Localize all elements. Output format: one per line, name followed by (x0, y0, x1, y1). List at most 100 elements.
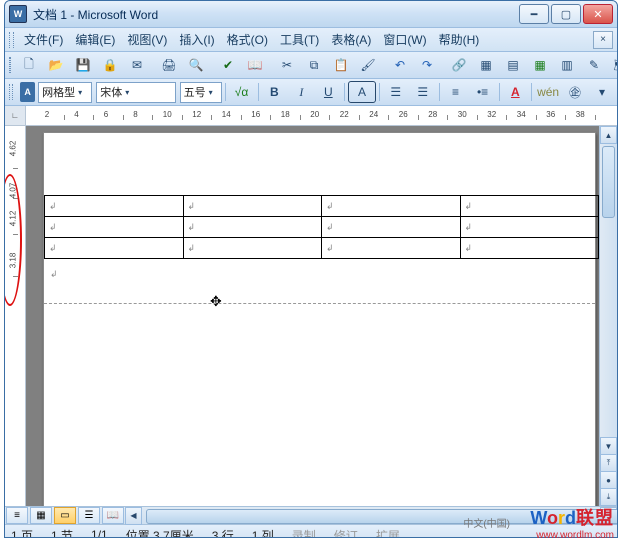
underline-button[interactable]: U (315, 81, 341, 103)
table-cell[interactable]: ↲ (460, 238, 599, 259)
toolbar-grip[interactable] (9, 84, 13, 100)
bold-button[interactable]: B (261, 81, 287, 103)
research-icon[interactable]: 📖 (242, 54, 268, 76)
table-cell[interactable]: ↲ (45, 196, 184, 217)
format-painter-icon[interactable]: 🖌 (355, 54, 381, 76)
horizontal-ruler[interactable]: ∟ (5, 106, 617, 126)
char-border-button[interactable]: A (348, 81, 376, 103)
styles-pane-icon[interactable]: A (20, 82, 35, 102)
menu-bar: 文件(F) 编辑(E) 视图(V) 插入(I) 格式(O) 工具(T) 表格(A… (5, 28, 617, 52)
vertical-scrollbar[interactable]: ▲ ▼ ⤒ ● ⤓ (599, 126, 617, 506)
open-icon[interactable]: 📂 (43, 54, 69, 76)
scroll-thumb[interactable] (602, 146, 615, 218)
align-distribute-button[interactable]: ☰ (383, 81, 409, 103)
tables-borders-icon[interactable]: ▦ (473, 54, 499, 76)
save-icon[interactable]: 💾 (70, 54, 96, 76)
web-view-button[interactable]: ▦ (30, 507, 52, 524)
vertical-ruler[interactable]: 4.62 4.07 4.12 3.18 (5, 126, 26, 506)
menu-edit[interactable]: 编辑(E) (69, 29, 121, 50)
drawing-icon[interactable]: ✎ (581, 54, 607, 76)
cut-icon[interactable]: ✂ (274, 54, 300, 76)
document-table[interactable]: ↲ ↲ ↲ ↲ ↲ ↲ ↲ ↲ ↲ ↲ ↲ ↲ (44, 195, 599, 259)
status-row[interactable]: 3 行 (212, 527, 234, 539)
hyperlink-icon[interactable]: 🔗 (446, 54, 472, 76)
maximize-button[interactable]: ▢ (551, 4, 581, 24)
menu-file[interactable]: 文件(F) (18, 29, 69, 50)
minimize-button[interactable]: ━ (519, 4, 549, 24)
status-col[interactable]: 1 列 (252, 527, 274, 539)
font-color-button[interactable]: A (502, 81, 528, 103)
menu-table[interactable]: 表格(A) (325, 29, 377, 50)
columns-icon[interactable]: ▥ (554, 54, 580, 76)
status-page-of[interactable]: 1/1 (91, 528, 108, 538)
menu-insert[interactable]: 插入(I) (173, 29, 220, 50)
bullets-button[interactable]: •≡ (470, 81, 496, 103)
table-cell[interactable]: ↲ (183, 217, 322, 238)
doc-map-icon[interactable]: 🗺 (608, 54, 618, 76)
page-area[interactable]: ↲ ↲ ↲ ↲ ↲ ↲ ↲ ↲ ↲ ↲ ↲ ↲ (26, 126, 599, 506)
menu-tools[interactable]: 工具(T) (274, 29, 325, 50)
outline-view-button[interactable]: ☰ (78, 507, 100, 524)
enclose-char-icon[interactable]: ㊭ (562, 81, 588, 103)
status-section[interactable]: 1 节 (51, 527, 73, 539)
normal-view-button[interactable]: ≡ (6, 507, 28, 524)
next-page-button[interactable]: ⤓ (600, 489, 617, 506)
select-browse-object-button[interactable]: ● (600, 472, 617, 489)
table-cell[interactable]: ↲ (183, 196, 322, 217)
prev-page-button[interactable]: ⤒ (600, 455, 617, 472)
chevron-down-icon: ▾ (78, 88, 82, 97)
table-cell[interactable]: ↲ (322, 196, 461, 217)
table-cell[interactable]: ↲ (183, 238, 322, 259)
table-cell[interactable]: ↲ (460, 217, 599, 238)
phonetic-guide-icon[interactable]: wén (535, 81, 561, 103)
equation-icon[interactable]: √α (229, 81, 255, 103)
status-ext[interactable]: 扩展 (376, 527, 400, 539)
document-page[interactable]: ↲ ↲ ↲ ↲ ↲ ↲ ↲ ↲ ↲ ↲ ↲ ↲ (43, 132, 596, 506)
paste-icon[interactable]: 📋 (328, 54, 354, 76)
h-scroll-thumb[interactable] (146, 509, 618, 524)
font-combo[interactable]: 宋体 ▾ (96, 82, 175, 103)
ruler-corner[interactable]: ∟ (5, 106, 26, 125)
permission-icon[interactable]: 🔒 (97, 54, 123, 76)
mail-icon[interactable]: ✉ (124, 54, 150, 76)
menu-view[interactable]: 视图(V) (121, 29, 173, 50)
doc-close-button[interactable]: × (593, 31, 613, 49)
table-cell[interactable]: ↲ (460, 196, 599, 217)
insert-table-icon[interactable]: ▤ (500, 54, 526, 76)
undo-icon[interactable]: ↶ (387, 54, 413, 76)
spellcheck-icon[interactable]: ✔ (215, 54, 241, 76)
scroll-left-button[interactable]: ◀ (125, 507, 142, 525)
status-page[interactable]: 1 页 (11, 527, 33, 539)
scroll-down-button[interactable]: ▼ (600, 437, 617, 455)
style-combo[interactable]: 网格型 ▾ (38, 82, 92, 103)
reading-view-button[interactable]: 📖 (102, 507, 124, 524)
copy-icon[interactable]: ⧉ (301, 54, 327, 76)
close-button[interactable]: ✕ (583, 4, 613, 24)
status-position[interactable]: 位置 3.7厘米 (126, 527, 194, 539)
new-doc-icon[interactable]: 🗋 (16, 54, 42, 76)
insert-excel-icon[interactable]: ▦ (527, 54, 553, 76)
print-icon[interactable]: 🖨 (156, 54, 182, 76)
toolbar-grip[interactable] (9, 57, 11, 73)
scroll-up-button[interactable]: ▲ (600, 126, 617, 144)
table-cell[interactable]: ↲ (45, 217, 184, 238)
table-cell[interactable]: ↲ (322, 217, 461, 238)
status-rec[interactable]: 录制 (292, 527, 316, 539)
table-cell[interactable]: ↲ (322, 238, 461, 259)
italic-button[interactable]: I (288, 81, 314, 103)
table-cell[interactable]: ↲ (45, 238, 184, 259)
workspace: 4.62 4.07 4.12 3.18 ↲ ↲ ↲ ↲ ↲ (5, 126, 617, 506)
align-justify-button[interactable]: ☰ (410, 81, 436, 103)
menu-window[interactable]: 窗口(W) (377, 29, 432, 50)
h-scroll-track[interactable] (144, 509, 598, 522)
menu-format[interactable]: 格式(O) (221, 29, 274, 50)
font-size-combo[interactable]: 五号 ▾ (180, 82, 222, 103)
status-rev[interactable]: 修订 (334, 527, 358, 539)
redo-icon[interactable]: ↷ (414, 54, 440, 76)
toolbar-options-icon[interactable]: ▾ (589, 81, 615, 103)
menu-help[interactable]: 帮助(H) (433, 29, 486, 50)
print-layout-view-button[interactable]: ▭ (54, 507, 76, 524)
print-preview-icon[interactable]: 🔍 (183, 54, 209, 76)
toolbar-grip[interactable] (9, 32, 14, 48)
numbering-button[interactable]: ≡ (443, 81, 469, 103)
